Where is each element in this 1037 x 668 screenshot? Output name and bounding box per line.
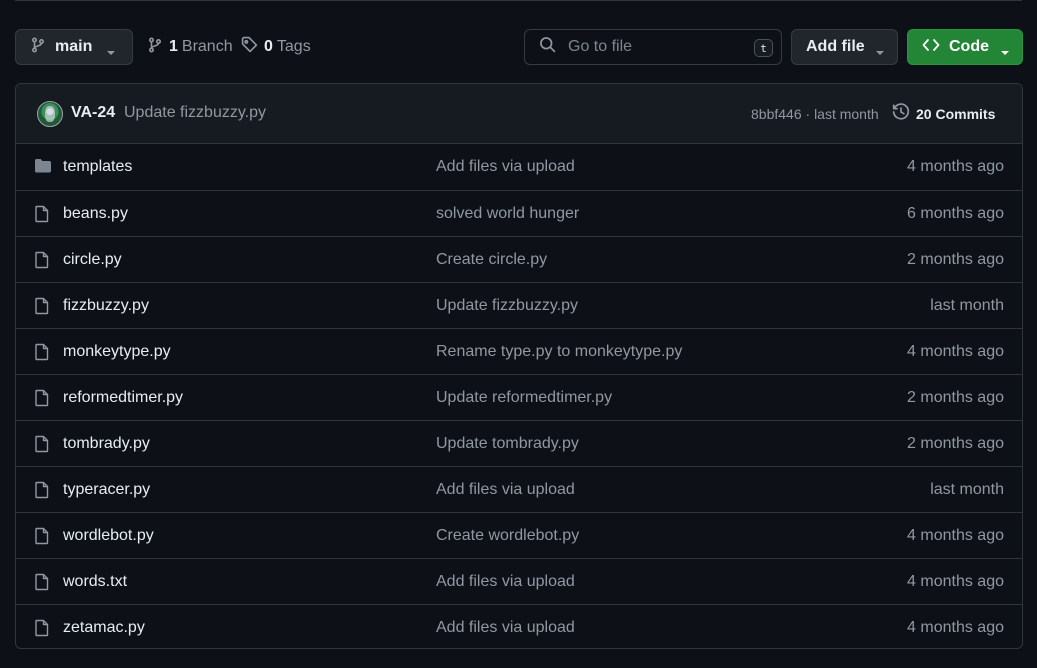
file-icon	[34, 297, 50, 320]
file-name-link[interactable]: typeracer.py	[63, 481, 150, 499]
file-commit-message-link[interactable]: Update reformedtimer.py	[436, 389, 612, 407]
latest-commit-bar: VA-24 Update fizzbuzzy.py 8bbf446 · last…	[16, 84, 1022, 144]
commit-message[interactable]: Update fizzbuzzy.py	[124, 104, 266, 122]
keyboard-shortcut-hint: t	[754, 39, 773, 57]
file-name-link[interactable]: tombrady.py	[63, 435, 150, 453]
code-icon	[922, 37, 940, 58]
file-row[interactable]: fizzbuzzy.py Update fizzbuzzy.py last mont…	[16, 282, 1022, 328]
file-commit-date: 6 months ago	[907, 205, 1004, 222]
file-row[interactable]: monkeytype.py Rename type.py to monkeytyp…	[16, 328, 1022, 374]
history-icon	[892, 103, 910, 124]
file-icon	[34, 573, 50, 596]
file-name-link[interactable]: fizzbuzzy.py	[63, 297, 149, 315]
commits-count: 20	[916, 105, 932, 122]
repo-toolbar: main 1 Branch 0 Tags t	[15, 29, 1023, 65]
file-name-link[interactable]: circle.py	[63, 251, 122, 269]
file-commit-date: 2 months ago	[907, 251, 1004, 268]
branches-link[interactable]: 1 Branch	[147, 29, 233, 65]
file-name-link[interactable]: zetamac.py	[63, 619, 145, 637]
file-commit-message-link[interactable]: solved world hunger	[436, 205, 579, 223]
file-commit-date: last month	[930, 481, 1004, 498]
chevron-down-icon	[875, 44, 885, 62]
commit-time: last month	[814, 106, 879, 122]
file-name-link[interactable]: beans.py	[63, 205, 128, 223]
file-icon	[34, 527, 50, 550]
file-commit-date: 2 months ago	[907, 389, 1004, 406]
file-browser: VA-24 Update fizzbuzzy.py 8bbf446 · last…	[15, 83, 1023, 649]
file-icon	[34, 435, 50, 458]
file-commit-message-link[interactable]: Rename type.py to monkeytype.py	[436, 343, 682, 361]
tag-icon	[241, 36, 258, 58]
file-icon	[34, 619, 50, 642]
search-icon	[539, 36, 556, 58]
file-commit-message-link[interactable]: Add files via upload	[436, 573, 575, 591]
git-branch-icon	[147, 36, 163, 58]
file-row[interactable]: beans.py solved world hunger 6 months ago	[16, 190, 1022, 236]
file-row[interactable]: zetamac.py Add files via upload 4 months a…	[16, 604, 1022, 648]
file-row[interactable]: templates Add files via upload 4 months ag…	[16, 144, 1022, 190]
branch-select-button[interactable]: main	[15, 29, 133, 65]
tag-label: Tags	[276, 38, 311, 55]
tag-count: 0	[264, 38, 273, 55]
file-icon	[34, 343, 50, 366]
commit-author[interactable]: VA-24	[71, 104, 115, 122]
commit-sha[interactable]: 8bbf446	[751, 106, 802, 122]
commits-label: Commits	[935, 105, 996, 122]
file-commit-date: 4 months ago	[907, 343, 1004, 360]
file-commit-message-link[interactable]: Add files via upload	[436, 619, 575, 637]
git-branch-icon	[30, 36, 46, 58]
file-commit-message-link[interactable]: Update tombrady.py	[436, 435, 579, 453]
file-commit-message-link[interactable]: Add files via upload	[436, 481, 575, 499]
tags-link[interactable]: 0 Tags	[241, 29, 311, 65]
file-row[interactable]: words.txt Add files via upload 4 months ag…	[16, 558, 1022, 604]
commits-history-link[interactable]: 20 Commits	[892, 103, 995, 124]
file-name-link[interactable]: monkeytype.py	[63, 343, 171, 361]
avatar[interactable]	[37, 101, 63, 127]
file-commit-message-link[interactable]: Add files via upload	[436, 158, 575, 176]
branch-count: 1	[169, 38, 178, 55]
file-icon	[34, 389, 50, 412]
file-commit-date: 4 months ago	[907, 573, 1004, 590]
file-icon	[34, 481, 50, 504]
file-commit-date: 2 months ago	[907, 435, 1004, 452]
file-icon	[34, 251, 50, 274]
file-row[interactable]: typeracer.py Add files via upload last mon…	[16, 466, 1022, 512]
file-row[interactable]: wordlebot.py Create wordlebot.py 4 months …	[16, 512, 1022, 558]
go-to-file-search[interactable]: t	[524, 29, 782, 65]
file-commit-message-link[interactable]: Create wordlebot.py	[436, 527, 579, 545]
file-commit-message-link[interactable]: Update fizzbuzzy.py	[436, 297, 578, 315]
commit-meta: 8bbf446 · last month	[751, 106, 879, 122]
top-divider	[15, 0, 1022, 1]
chevron-down-icon	[1000, 44, 1010, 62]
branch-name: main	[55, 38, 93, 55]
file-name-link[interactable]: wordlebot.py	[63, 527, 154, 545]
file-name-link[interactable]: templates	[63, 158, 132, 176]
file-commit-message-link[interactable]: Create circle.py	[436, 251, 547, 269]
go-to-file-input[interactable]	[566, 37, 746, 57]
file-commit-date: last month	[930, 297, 1004, 314]
code-button[interactable]: Code	[907, 29, 1023, 65]
file-name-link[interactable]: words.txt	[63, 573, 127, 591]
file-name-link[interactable]: reformedtimer.py	[63, 389, 183, 407]
branch-label: Branch	[181, 38, 233, 55]
file-list: templates Add files via upload 4 months ag…	[16, 144, 1022, 648]
file-row[interactable]: circle.py Create circle.py 2 months ago	[16, 236, 1022, 282]
file-icon	[34, 205, 50, 228]
code-label: Code	[949, 38, 989, 55]
file-row[interactable]: tombrady.py Update tombrady.py 2 months ag…	[16, 420, 1022, 466]
folder-icon	[34, 158, 52, 179]
chevron-down-icon	[106, 44, 116, 62]
file-row[interactable]: reformedtimer.py Update reformedtimer.py 2…	[16, 374, 1022, 420]
file-commit-date: 4 months ago	[907, 527, 1004, 544]
add-file-button[interactable]: Add file	[791, 29, 898, 65]
add-file-label: Add file	[806, 38, 865, 55]
file-commit-date: 4 months ago	[907, 619, 1004, 636]
file-commit-date: 4 months ago	[907, 158, 1004, 175]
